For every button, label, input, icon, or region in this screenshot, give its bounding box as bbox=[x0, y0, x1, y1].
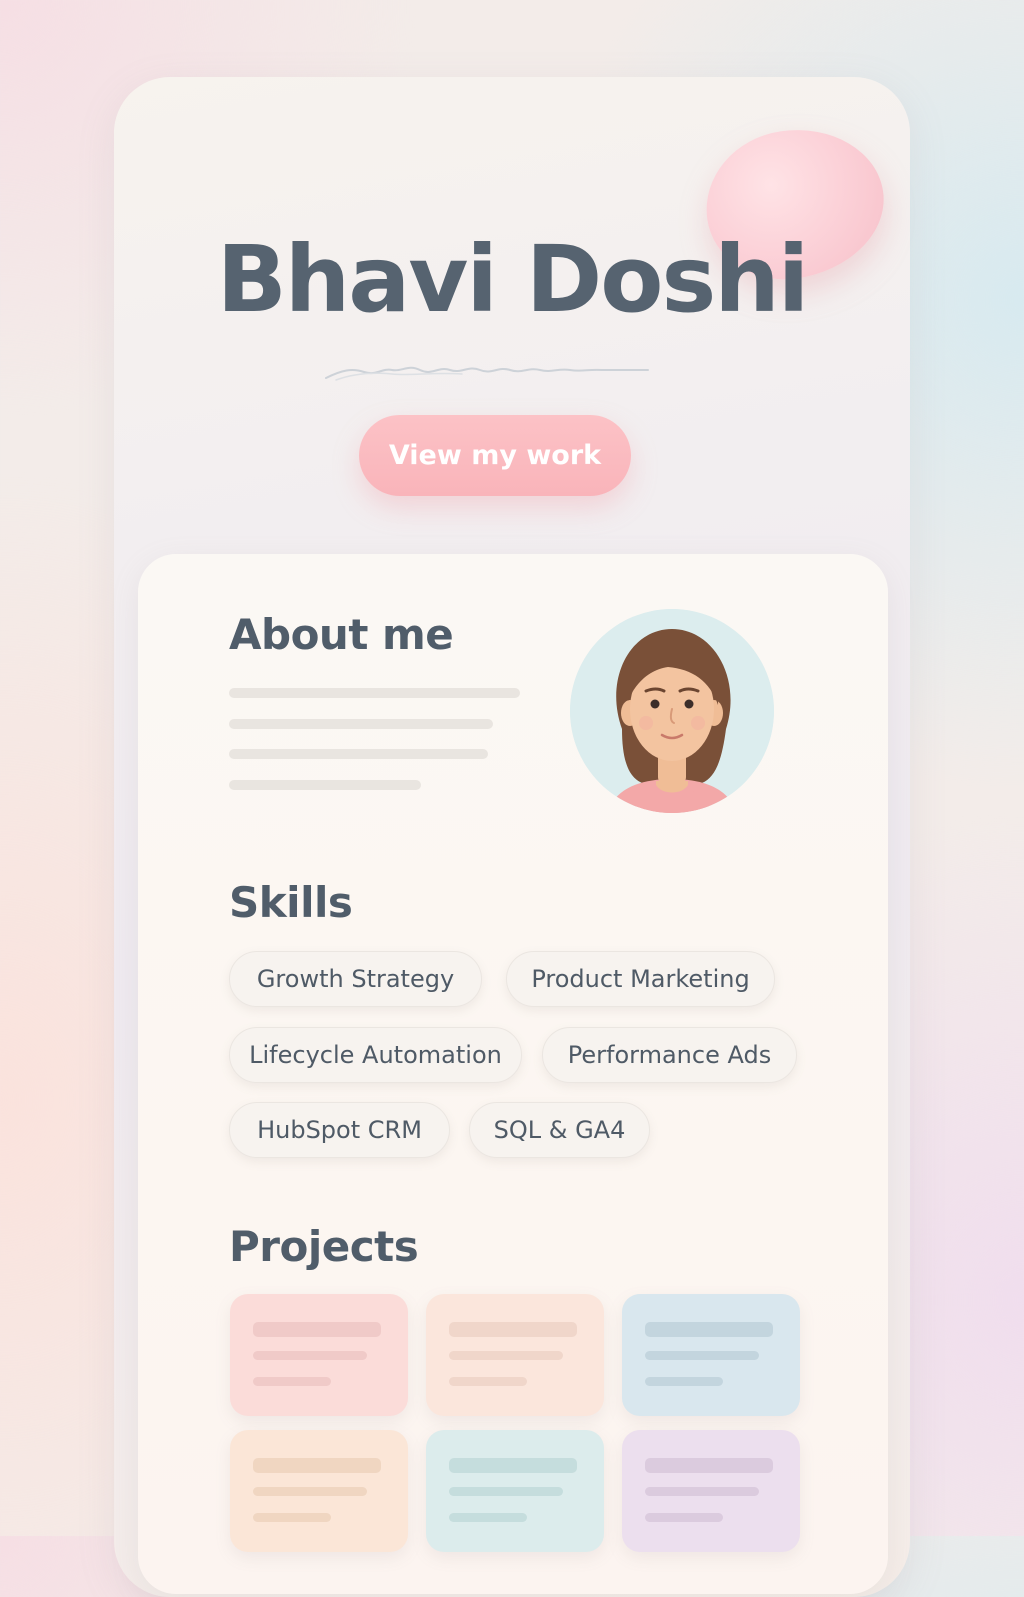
project-card[interactable] bbox=[230, 1294, 408, 1416]
projects-heading: Projects bbox=[229, 1222, 419, 1271]
skill-chip-lifecycle-automation[interactable]: Lifecycle Automation bbox=[229, 1027, 522, 1083]
avatar bbox=[570, 609, 774, 813]
project-card[interactable] bbox=[622, 1294, 800, 1416]
project-placeholder-line bbox=[645, 1458, 773, 1473]
project-placeholder-line bbox=[449, 1513, 527, 1522]
squiggle-divider-icon bbox=[325, 366, 649, 381]
project-placeholder-line bbox=[253, 1377, 331, 1386]
project-placeholder-line bbox=[449, 1487, 563, 1496]
project-placeholder-line bbox=[253, 1458, 381, 1473]
project-placeholder-line bbox=[253, 1322, 381, 1337]
project-placeholder-line bbox=[645, 1351, 759, 1360]
project-placeholder-line bbox=[449, 1458, 577, 1473]
project-placeholder-line bbox=[253, 1513, 331, 1522]
project-card[interactable] bbox=[426, 1430, 604, 1552]
about-heading: About me bbox=[229, 610, 454, 659]
skill-chip-product-marketing[interactable]: Product Marketing bbox=[506, 951, 775, 1007]
project-placeholder-line bbox=[645, 1377, 723, 1386]
skills-heading: Skills bbox=[229, 878, 353, 927]
view-my-work-button[interactable]: View my work bbox=[359, 415, 631, 496]
skill-chip-hubspot-crm[interactable]: HubSpot CRM bbox=[229, 1102, 450, 1158]
project-placeholder-line bbox=[645, 1322, 773, 1337]
project-placeholder-line bbox=[449, 1351, 563, 1360]
project-placeholder-line bbox=[645, 1513, 723, 1522]
about-text-line bbox=[229, 719, 493, 729]
about-text-line bbox=[229, 688, 520, 698]
project-placeholder-line bbox=[449, 1322, 577, 1337]
project-card[interactable] bbox=[622, 1430, 800, 1552]
project-card[interactable] bbox=[426, 1294, 604, 1416]
project-placeholder-line bbox=[253, 1351, 367, 1360]
skill-chip-growth-strategy[interactable]: Growth Strategy bbox=[229, 951, 482, 1007]
avatar-illustration-icon bbox=[570, 609, 774, 813]
about-text-line bbox=[229, 780, 421, 790]
hero-name: Bhavi Doshi bbox=[216, 226, 810, 333]
about-text-line bbox=[229, 749, 488, 759]
project-placeholder-line bbox=[253, 1487, 367, 1496]
project-placeholder-line bbox=[645, 1487, 759, 1496]
skill-chip-performance-ads[interactable]: Performance Ads bbox=[542, 1027, 797, 1083]
project-placeholder-line bbox=[449, 1377, 527, 1386]
skill-chip-sql-ga4[interactable]: SQL & GA4 bbox=[469, 1102, 650, 1158]
project-card[interactable] bbox=[230, 1430, 408, 1552]
